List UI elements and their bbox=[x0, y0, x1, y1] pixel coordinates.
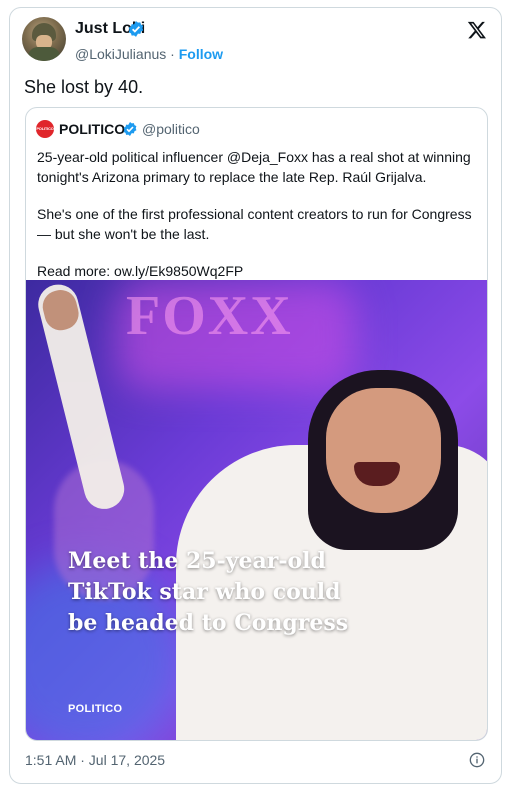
verified-badge-icon bbox=[128, 21, 144, 37]
avatar-body bbox=[28, 47, 60, 61]
media-headline: Meet the 25-year-old TikTok star who cou… bbox=[68, 548, 349, 636]
person-face bbox=[326, 388, 441, 513]
quoted-tweet[interactable]: POLITICO POLITICO @politico 25-year-old … bbox=[25, 107, 488, 741]
follow-button[interactable]: Follow bbox=[179, 46, 223, 62]
quote-author-name: POLITICO bbox=[59, 121, 126, 137]
separator: · bbox=[166, 46, 179, 62]
tweet-timestamp[interactable]: 1:51 AM · Jul 17, 2025 bbox=[25, 752, 165, 768]
verified-badge-icon bbox=[123, 122, 137, 136]
quote-media-image[interactable]: FOXX Meet the 25-year-old TikTok star wh… bbox=[26, 280, 487, 740]
author-handle[interactable]: @LokiJulianus bbox=[75, 46, 166, 62]
background-sign: FOXX bbox=[126, 285, 293, 347]
quote-paragraph: She's one of the first professional cont… bbox=[37, 206, 472, 242]
raised-arm bbox=[34, 280, 129, 514]
info-icon[interactable] bbox=[469, 752, 485, 768]
quote-author-handle: @politico bbox=[142, 121, 200, 137]
x-logo-icon[interactable] bbox=[466, 20, 488, 40]
quote-paragraph: 25-year-old political influencer @Deja_F… bbox=[37, 149, 471, 185]
quote-link[interactable]: Read more: ow.ly/Ek9850Wq2FP bbox=[37, 261, 482, 281]
author-handle-row: @LokiJulianus · Follow bbox=[75, 46, 223, 62]
quote-body: 25-year-old political influencer @Deja_F… bbox=[37, 147, 482, 281]
politico-logo-icon: POLITICO bbox=[36, 120, 54, 138]
avatar[interactable] bbox=[22, 17, 66, 61]
raised-hand bbox=[39, 286, 82, 334]
media-brand: POLITICO bbox=[68, 703, 123, 715]
tweet-text: She lost by 40. bbox=[24, 77, 144, 97]
